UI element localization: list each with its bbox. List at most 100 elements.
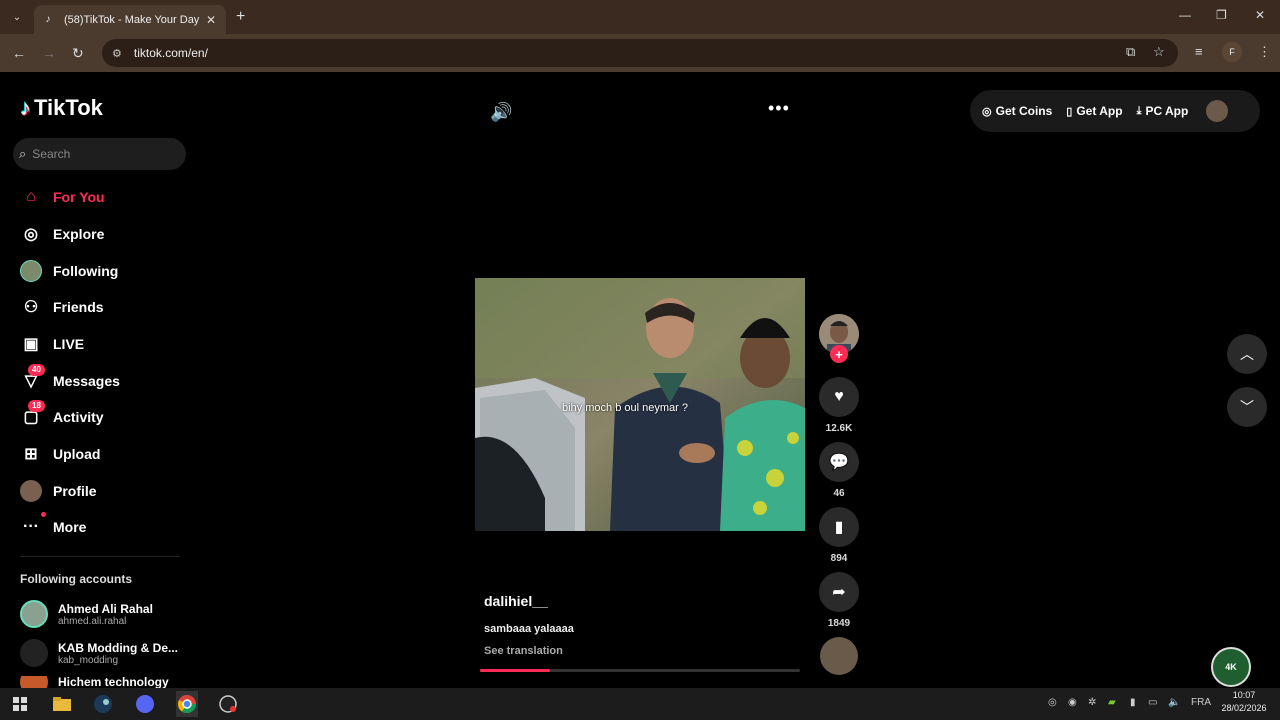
- tiktok-favicon-icon: ♪: [45, 14, 51, 25]
- sidebar-item-friends[interactable]: ⚇ Friends: [20, 295, 104, 319]
- discord-icon[interactable]: [135, 694, 155, 714]
- coin-icon: ◎: [982, 105, 992, 118]
- site-info-icon[interactable]: ⚙: [112, 47, 122, 60]
- sidebar-item-upload[interactable]: ⊞ Upload: [20, 442, 100, 466]
- chevron-up-icon: ︿: [1240, 346, 1254, 362]
- share-button[interactable]: ➦: [819, 572, 859, 612]
- tab-title: (58)TikTok - Make Your Day: [64, 13, 200, 26]
- back-icon[interactable]: ←: [12, 45, 26, 61]
- forward-icon[interactable]: →: [42, 45, 56, 61]
- tray-language[interactable]: FRA: [1191, 697, 1211, 708]
- new-tab-button[interactable]: +: [236, 8, 245, 26]
- tray-app-icon[interactable]: ◎: [1048, 697, 1057, 708]
- search-input[interactable]: ⌕ Search: [13, 138, 186, 170]
- user-avatar[interactable]: [1206, 100, 1229, 122]
- browser-tab-strip: ⌄ ♪ (58)TikTok - Make Your Day ✕ + — ❐ ✕: [0, 0, 1280, 34]
- tray-nvidia-icon[interactable]: ▰: [1108, 697, 1116, 708]
- search-icon: ⌕: [19, 146, 27, 161]
- music-disc-avatar[interactable]: [820, 637, 858, 675]
- more-icon: ···: [20, 512, 46, 538]
- get-coins-button[interactable]: ◎ Get Coins: [982, 104, 1052, 118]
- tray-display-icon[interactable]: ▭: [1148, 697, 1157, 708]
- friends-icon: ⚇: [23, 299, 39, 316]
- browser-tab[interactable]: ♪ (58)TikTok - Make Your Day ✕: [34, 5, 226, 34]
- search-placeholder: Search: [32, 147, 71, 161]
- taskbar-clock[interactable]: 10:07 28/02/2026: [1212, 689, 1276, 715]
- video-progress-fill: [480, 669, 551, 672]
- video-author[interactable]: dalihiel__: [484, 593, 548, 609]
- close-window-button[interactable]: ✕: [1255, 8, 1265, 22]
- close-tab-icon[interactable]: ✕: [204, 13, 218, 27]
- see-translation-link[interactable]: See translation: [484, 645, 563, 657]
- video-subtitle: bihy moch b oul neymar ?: [562, 402, 688, 414]
- chrome-icon[interactable]: [176, 691, 198, 717]
- next-video-button[interactable]: ﹀: [1227, 387, 1267, 427]
- compass-icon: ◎: [24, 226, 38, 243]
- bookmark-star-icon[interactable]: ☆: [1153, 44, 1165, 60]
- tray-microphone-icon[interactable]: ▮: [1130, 697, 1136, 708]
- like-button[interactable]: ♥: [819, 377, 859, 417]
- messages-badge: 40: [28, 364, 45, 376]
- reading-list-icon[interactable]: ≡: [1195, 44, 1203, 59]
- bookmark-icon: ▮: [834, 519, 844, 536]
- obs-recording-icon[interactable]: [218, 694, 238, 714]
- install-app-icon[interactable]: ⧉: [1126, 44, 1135, 60]
- tab-search-button[interactable]: ⌄: [8, 8, 26, 26]
- account-avatar: [20, 600, 48, 628]
- following-avatar: [20, 260, 42, 282]
- account-name: Ahmed Ali Rahal: [58, 601, 153, 616]
- file-explorer-icon[interactable]: [52, 694, 72, 714]
- restore-button[interactable]: ❐: [1216, 8, 1227, 22]
- upload-icon: ⊞: [24, 446, 38, 463]
- comment-button[interactable]: 💬: [819, 442, 859, 482]
- logo-text: TikTok: [34, 95, 103, 120]
- profile-avatar: [20, 480, 42, 502]
- comment-count: 46: [833, 488, 845, 499]
- get-app-button[interactable]: ▯ Get App: [1066, 104, 1122, 118]
- address-bar[interactable]: ⚙ tiktok.com/en/: [102, 39, 1178, 67]
- sidebar-item-label: Messages: [53, 373, 120, 389]
- browser-menu-icon[interactable]: ⋮: [1258, 44, 1271, 60]
- follow-plus-button[interactable]: +: [830, 345, 848, 363]
- sidebar-item-following[interactable]: Following: [20, 259, 118, 283]
- steam-icon[interactable]: [93, 694, 113, 714]
- clock-date: 28/02/2026: [1221, 703, 1267, 713]
- volume-icon[interactable]: 🔊: [490, 102, 512, 123]
- download-icon: ⤓: [1136, 104, 1142, 117]
- account-handle: kab_modding: [58, 654, 119, 666]
- account-name: KAB Modding & De...: [58, 640, 178, 655]
- following-accounts-title: Following accounts: [20, 572, 133, 586]
- sidebar-item-for-you[interactable]: ⌂ For You: [20, 185, 104, 209]
- pc-app-button[interactable]: ⤓ PC App: [1137, 104, 1189, 118]
- video-progress-bar[interactable]: [480, 669, 800, 672]
- following-account-item[interactable]: KAB Modding & De... kab_modding: [20, 639, 178, 667]
- windows-start-icon[interactable]: [10, 694, 30, 714]
- sidebar-item-label: Following: [53, 263, 119, 279]
- account-name: Hichem technology: [58, 676, 169, 688]
- tray-network-icon[interactable]: ✲: [1088, 697, 1096, 708]
- save-count: 894: [830, 553, 848, 564]
- more-options-icon[interactable]: •••: [768, 98, 790, 119]
- live-icon: ▣: [23, 336, 39, 353]
- reload-icon[interactable]: ↻: [72, 45, 84, 62]
- tray-volume-icon[interactable]: 🔈: [1168, 697, 1180, 708]
- sidebar-item-activity[interactable]: ▢ 18 Activity: [20, 400, 104, 429]
- following-account-item[interactable]: Hichem technology: [20, 676, 169, 688]
- video-caption: sambaaa yalaaaa: [484, 623, 574, 635]
- following-account-item[interactable]: Ahmed Ali Rahal ahmed.ali.rahal: [20, 600, 153, 628]
- tiktok-logo[interactable]: ♪ TikTok: [20, 95, 103, 121]
- browser-profile-avatar[interactable]: F: [1222, 42, 1242, 62]
- account-avatar: [20, 676, 48, 688]
- sidebar-item-live[interactable]: ▣ LIVE: [20, 332, 84, 356]
- sidebar-item-messages[interactable]: ▽ 40 Messages: [20, 364, 120, 393]
- sidebar-item-profile[interactable]: Profile: [20, 479, 97, 503]
- minimize-button[interactable]: —: [1179, 8, 1191, 22]
- clock-time: 10:07: [1232, 690, 1256, 700]
- save-button[interactable]: ▮: [819, 507, 859, 547]
- previous-video-button[interactable]: ︿: [1227, 334, 1267, 374]
- sidebar-item-more[interactable]: ··· More: [20, 512, 86, 539]
- sidebar-item-explore[interactable]: ◎ Explore: [20, 222, 104, 246]
- tray-steam-icon[interactable]: ◉: [1068, 697, 1077, 708]
- tiktok-note-icon: ♪: [20, 95, 31, 120]
- url-text: tiktok.com/en/: [133, 46, 208, 60]
